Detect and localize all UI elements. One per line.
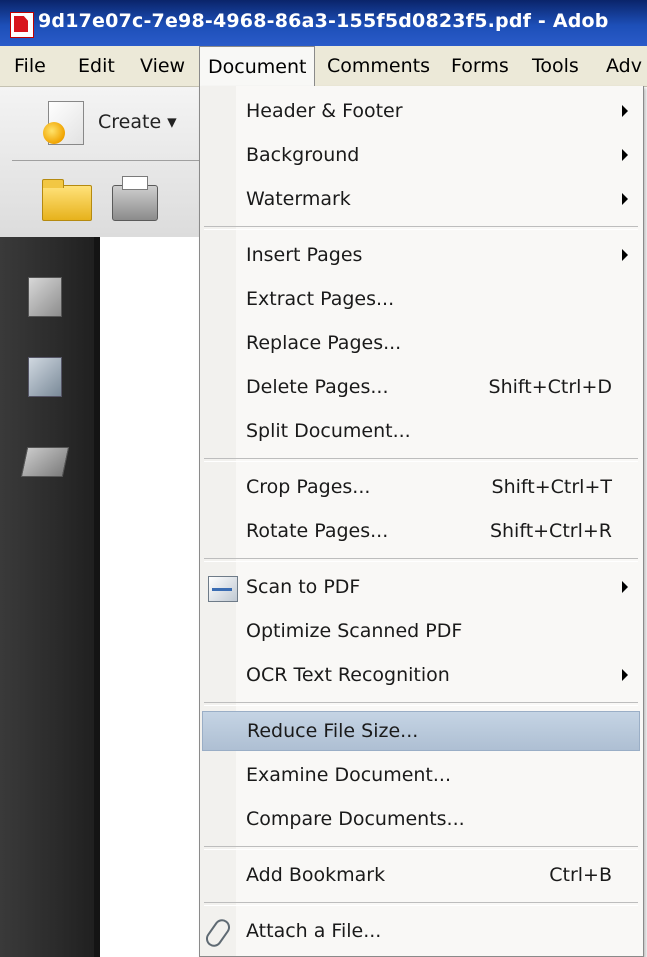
menu-item-label: Scan to PDF [246, 576, 361, 598]
menu-advanced[interactable]: Adv [606, 46, 642, 86]
menu-item-label: Add Bookmark [246, 864, 386, 886]
menu-item-label: Examine Document... [246, 764, 452, 786]
menu-bar: File Edit View Document Comments Forms T… [0, 46, 647, 87]
submenu-arrow-icon [622, 193, 628, 205]
menu-item-optimize-scanned-pdf[interactable]: Optimize Scanned PDF [202, 612, 640, 652]
menu-item-label: Replace Pages... [246, 332, 402, 354]
menu-item-label: Compare Documents... [246, 808, 465, 830]
menu-item-watermark[interactable]: Watermark [202, 180, 640, 220]
menu-item-label: Attach a File... [246, 920, 382, 942]
menu-item-examine-document[interactable]: Examine Document... [202, 756, 640, 796]
submenu-arrow-icon [622, 669, 628, 681]
menu-item-attach-file[interactable]: Attach a File... [202, 912, 640, 952]
printer-icon[interactable] [112, 176, 158, 221]
menu-separator [204, 902, 638, 906]
menu-separator [204, 558, 638, 562]
menu-item-header-footer[interactable]: Header & Footer [202, 92, 640, 132]
menu-item-crop-pages[interactable]: Crop Pages... Shift+Ctrl+T [202, 468, 640, 508]
signatures-panel-icon[interactable] [20, 447, 70, 477]
menu-item-shortcut: Shift+Ctrl+T [491, 476, 612, 498]
menu-separator [204, 846, 638, 850]
menu-item-label: Crop Pages... [246, 476, 371, 498]
menu-item-label: Watermark [246, 188, 351, 210]
pdf-file-icon [10, 12, 34, 38]
window-title: 9d17e07c-7e98-4968-86a3-155f5d0823f5.pdf… [38, 10, 609, 32]
document-menu-dropdown: Header & Footer Background Watermark Ins… [199, 86, 644, 957]
menu-item-label: Header & Footer [246, 100, 403, 122]
menu-item-label: Extract Pages... [246, 288, 395, 310]
open-folder-icon[interactable] [42, 179, 92, 221]
navigation-panel [0, 237, 100, 957]
title-bar: 9d17e07c-7e98-4968-86a3-155f5d0823f5.pdf… [0, 0, 647, 46]
menu-item-label: Background [246, 144, 360, 166]
menu-item-split-document[interactable]: Split Document... [202, 412, 640, 452]
pages-panel-icon[interactable] [28, 277, 62, 317]
menu-separator [204, 226, 638, 230]
submenu-arrow-icon [622, 105, 628, 117]
create-pdf-icon [43, 101, 84, 145]
menu-item-label: Split Document... [246, 420, 411, 442]
menu-item-label: Optimize Scanned PDF [246, 620, 463, 642]
menu-item-background[interactable]: Background [202, 136, 640, 176]
submenu-arrow-icon [622, 149, 628, 161]
menu-separator [204, 702, 638, 706]
menu-separator [204, 458, 638, 462]
submenu-arrow-icon [622, 249, 628, 261]
menu-item-replace-pages[interactable]: Replace Pages... [202, 324, 640, 364]
document-area[interactable] [100, 237, 200, 957]
menu-item-label: Reduce File Size... [247, 720, 419, 742]
menu-file[interactable]: File [14, 46, 46, 86]
menu-item-compare-documents[interactable]: Compare Documents... [202, 800, 640, 840]
menu-item-extract-pages[interactable]: Extract Pages... [202, 280, 640, 320]
menu-item-shortcut: Ctrl+B [549, 864, 612, 886]
menu-item-rotate-pages[interactable]: Rotate Pages... Shift+Ctrl+R [202, 512, 640, 552]
menu-edit[interactable]: Edit [78, 46, 115, 86]
menu-comments[interactable]: Comments [327, 46, 430, 86]
menu-item-ocr-text-recognition[interactable]: OCR Text Recognition [202, 656, 640, 696]
menu-item-shortcut: Shift+Ctrl+R [489, 520, 612, 542]
toolbar: Create ▾ [0, 87, 200, 237]
menu-item-add-bookmark[interactable]: Add Bookmark Ctrl+B [202, 856, 640, 896]
menu-forms[interactable]: Forms [451, 46, 509, 86]
create-button-label: Create ▾ [98, 111, 177, 133]
menu-document[interactable]: Document [199, 46, 316, 87]
menu-item-scan-to-pdf[interactable]: Scan to PDF [202, 568, 640, 608]
submenu-arrow-icon [622, 581, 628, 593]
menu-item-label: Rotate Pages... [246, 520, 389, 542]
menu-tools[interactable]: Tools [532, 46, 579, 86]
menu-item-label: OCR Text Recognition [246, 664, 450, 686]
toolbar-divider [12, 160, 200, 161]
menu-item-label: Delete Pages... [246, 376, 389, 398]
menu-item-delete-pages[interactable]: Delete Pages... Shift+Ctrl+D [202, 368, 640, 408]
menu-item-shortcut: Shift+Ctrl+D [488, 376, 612, 398]
menu-item-reduce-file-size[interactable]: Reduce File Size... [202, 711, 640, 751]
scan-icon [208, 576, 238, 602]
attachments-panel-icon[interactable] [28, 357, 62, 397]
menu-item-insert-pages[interactable]: Insert Pages [202, 236, 640, 276]
menu-item-label: Insert Pages [246, 244, 363, 266]
paperclip-icon [202, 916, 234, 950]
create-button[interactable]: Create ▾ [40, 95, 200, 151]
menu-view[interactable]: View [140, 46, 185, 86]
